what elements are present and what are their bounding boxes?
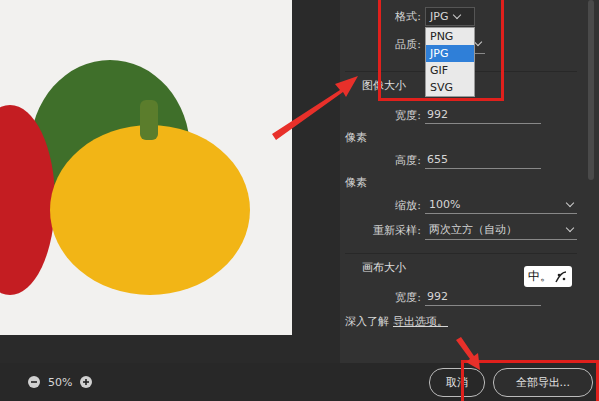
chevron-icon xyxy=(566,224,574,232)
image-size-row: 宽度: 992 xyxy=(345,105,577,125)
field-input[interactable]: 655 xyxy=(425,151,541,169)
field-label: 宽度: xyxy=(345,290,425,305)
scrollbar[interactable] xyxy=(588,0,594,180)
canvas-size-row: 宽度: 992 xyxy=(345,287,577,307)
field-input[interactable]: 992 xyxy=(425,106,541,124)
format-label: 格式: xyxy=(345,9,425,24)
format-row: 格式: JPG PNGJPGGIFSVG xyxy=(345,5,577,27)
image-size-row: 重新采样: 两次立方（自动） xyxy=(345,220,577,240)
image-size-row: 高度: 655 xyxy=(345,150,577,170)
field-label: 高度: xyxy=(345,153,425,168)
ime-badge[interactable]: 中。 xyxy=(524,266,572,287)
unit-label: 像素 xyxy=(345,130,577,150)
main-area: 格式: JPG PNGJPGGIFSVG 品质: 图像大小 宽度: 992 像素… xyxy=(0,0,599,363)
pepper-photo-icon xyxy=(0,0,292,335)
field-label: 宽度: xyxy=(345,108,425,123)
image-size-row: 缩放: 100% xyxy=(345,195,577,215)
chevron-icon xyxy=(474,38,482,46)
format-menu: PNGJPGGIFSVG xyxy=(425,27,475,97)
export-dialog: 格式: JPG PNGJPGGIFSVG 品质: 图像大小 宽度: 992 像素… xyxy=(0,0,599,401)
format-option[interactable]: GIF xyxy=(426,62,474,79)
export-options-link[interactable]: 导出选项。 xyxy=(393,314,448,329)
annotation-box xyxy=(461,360,599,401)
bottom-bar: 50% 取消全部导出... xyxy=(0,363,599,401)
field-select[interactable]: 两次立方（自动） xyxy=(425,220,577,240)
zoom-out-icon[interactable] xyxy=(28,376,40,388)
field-label: 重新采样: xyxy=(345,223,425,238)
preview-area xyxy=(0,0,340,363)
dialog-button[interactable]: 全部导出... xyxy=(493,368,594,397)
ime-logo-icon xyxy=(554,270,568,284)
field-label: 缩放: xyxy=(345,198,425,213)
format-option[interactable]: PNG xyxy=(426,28,474,45)
field-input[interactable]: 992 xyxy=(425,288,541,306)
learn-more: 深入了解 导出选项。 xyxy=(345,314,577,329)
format-option[interactable]: JPG xyxy=(426,45,474,62)
zoom-in-icon[interactable] xyxy=(80,376,92,388)
chevron-icon xyxy=(566,199,574,207)
quality-label: 品质: xyxy=(345,37,425,52)
zoom-value: 50% xyxy=(48,376,72,389)
zoom-control: 50% xyxy=(28,376,92,389)
format-select[interactable]: JPG xyxy=(425,7,475,26)
preview-photo xyxy=(0,0,292,335)
dialog-button[interactable]: 取消 xyxy=(429,368,485,397)
chevron-icon xyxy=(453,10,461,18)
unit-label: 像素 xyxy=(345,175,577,195)
format-option[interactable]: SVG xyxy=(426,79,474,96)
annotation-arrows-icon xyxy=(0,0,599,401)
settings-panel: 格式: JPG PNGJPGGIFSVG 品质: 图像大小 宽度: 992 像素… xyxy=(340,0,599,363)
field-select[interactable]: 100% xyxy=(425,196,577,214)
